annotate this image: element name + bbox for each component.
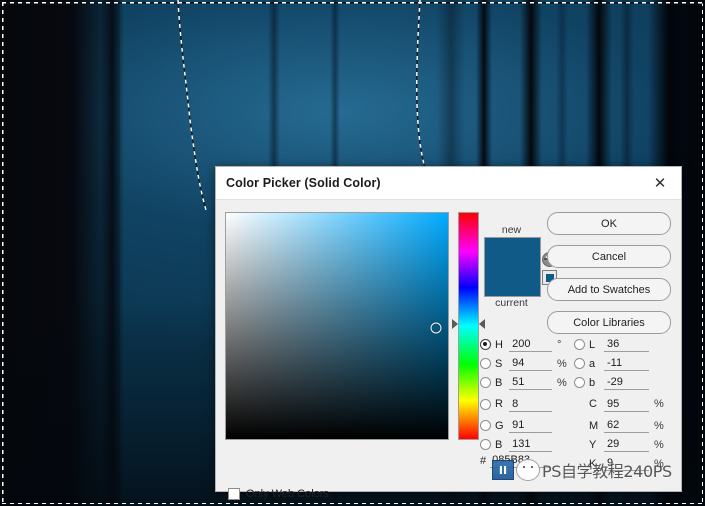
input-b-lab[interactable]: -29	[604, 375, 649, 390]
input-l[interactable]: 36	[604, 337, 649, 352]
new-color-swatch	[484, 237, 541, 297]
radio-s[interactable]	[480, 358, 491, 369]
field-row-m: M 62 %	[574, 416, 676, 435]
hue-slider-marker-right[interactable]	[479, 318, 485, 329]
label-b-lab: b	[589, 376, 596, 389]
field-row-l: L 36	[574, 335, 676, 354]
input-a[interactable]: -11	[604, 356, 649, 371]
field-row-a: a -11	[574, 354, 676, 373]
dialog-title: Color Picker (Solid Color)	[226, 176, 381, 190]
color-field-gradient	[226, 213, 448, 439]
unit-y: %	[654, 438, 664, 451]
input-c[interactable]: 95	[604, 397, 649, 412]
color-preview: new current	[484, 224, 541, 310]
ok-button[interactable]: OK	[547, 212, 671, 235]
input-b-blue[interactable]: 131	[509, 437, 552, 452]
radio-a[interactable]	[574, 358, 585, 369]
field-row-k: K 9 %	[574, 454, 676, 473]
only-web-colors-checkbox[interactable]	[228, 488, 240, 500]
unit-b-brightness: %	[556, 376, 567, 389]
label-l: L	[589, 338, 596, 351]
label-b-brightness: B	[495, 376, 503, 389]
input-r[interactable]: 8	[509, 397, 552, 412]
field-row-r: R 8	[480, 392, 574, 416]
radio-r[interactable]	[480, 398, 491, 410]
label-h: H	[495, 338, 503, 351]
radio-l[interactable]	[574, 339, 585, 350]
unit-k: %	[654, 457, 664, 470]
current-color-label: current	[495, 297, 528, 309]
color-libraries-button[interactable]: Color Libraries	[547, 311, 671, 334]
cancel-button[interactable]: Cancel	[547, 245, 671, 268]
only-web-colors-row[interactable]: Only Web Colors	[228, 488, 329, 500]
label-r: R	[495, 398, 503, 410]
radio-b-brightness[interactable]	[480, 377, 491, 388]
radio-g[interactable]	[480, 420, 491, 431]
input-h[interactable]: 200	[509, 337, 552, 352]
label-s: S	[495, 357, 503, 370]
radio-b-blue[interactable]	[480, 439, 491, 450]
unit-h: °	[556, 338, 562, 351]
hue-slider[interactable]	[452, 212, 485, 440]
dialog-buttons: OK Cancel Add to Swatches Color Librarie…	[547, 212, 671, 344]
label-g: G	[495, 419, 504, 432]
label-a: a	[589, 357, 596, 370]
hex-hash-label: #	[480, 454, 487, 467]
input-m[interactable]: 62	[604, 418, 649, 433]
hue-slider-gradient	[459, 213, 478, 439]
input-b-brightness[interactable]: 51	[509, 375, 552, 390]
unit-m: %	[654, 419, 664, 432]
add-to-swatches-button[interactable]: Add to Swatches	[547, 278, 671, 301]
radio-h[interactable]	[480, 339, 491, 350]
label-m: M	[589, 419, 599, 432]
label-k: K	[589, 457, 597, 470]
field-row-y: Y 29 %	[574, 435, 676, 454]
hsb-rgb-column: H 200 ° S 94 % B 51 % R 8 G 91 B 131	[480, 335, 574, 454]
hex-field-row: # 085B83	[480, 453, 551, 468]
field-row-c: C 95 %	[574, 392, 676, 416]
color-field[interactable]	[225, 212, 449, 440]
hue-slider-marker-left[interactable]	[452, 318, 458, 329]
label-b-blue: B	[495, 438, 503, 451]
input-s[interactable]: 94	[509, 356, 552, 371]
field-row-b-blue: B 131	[480, 435, 574, 454]
input-y[interactable]: 29	[604, 437, 649, 452]
color-field-cursor[interactable]	[430, 322, 442, 334]
new-color-label: new	[501, 224, 522, 236]
unit-c: %	[654, 398, 664, 410]
input-g[interactable]: 91	[509, 418, 552, 433]
hex-input[interactable]: 085B83	[490, 453, 551, 468]
label-y: Y	[589, 438, 597, 451]
field-row-b-lab: b -29	[574, 373, 676, 392]
field-row-h: H 200 °	[480, 335, 574, 354]
field-row-s: S 94 %	[480, 354, 574, 373]
input-k[interactable]: 9	[604, 456, 649, 471]
dialog-title-bar: Color Picker (Solid Color) ✕	[216, 167, 681, 200]
lab-cmyk-column: L 36 a -11 b -29 C 95 % M 62 % Y 29 % K …	[574, 335, 676, 473]
screen: Color Picker (Solid Color) ✕ new current	[0, 0, 705, 506]
color-picker-dialog: Color Picker (Solid Color) ✕ new current	[215, 166, 682, 500]
unit-s: %	[556, 357, 567, 370]
only-web-colors-label: Only Web Colors	[246, 488, 329, 500]
field-row-b-brightness: B 51 %	[480, 373, 574, 392]
field-row-g: G 91	[480, 416, 574, 435]
dialog-body: new current OK Cancel Add to Swatches Co…	[216, 200, 681, 500]
close-icon[interactable]: ✕	[647, 171, 673, 195]
radio-b-lab[interactable]	[574, 377, 585, 388]
label-c: C	[589, 398, 597, 410]
